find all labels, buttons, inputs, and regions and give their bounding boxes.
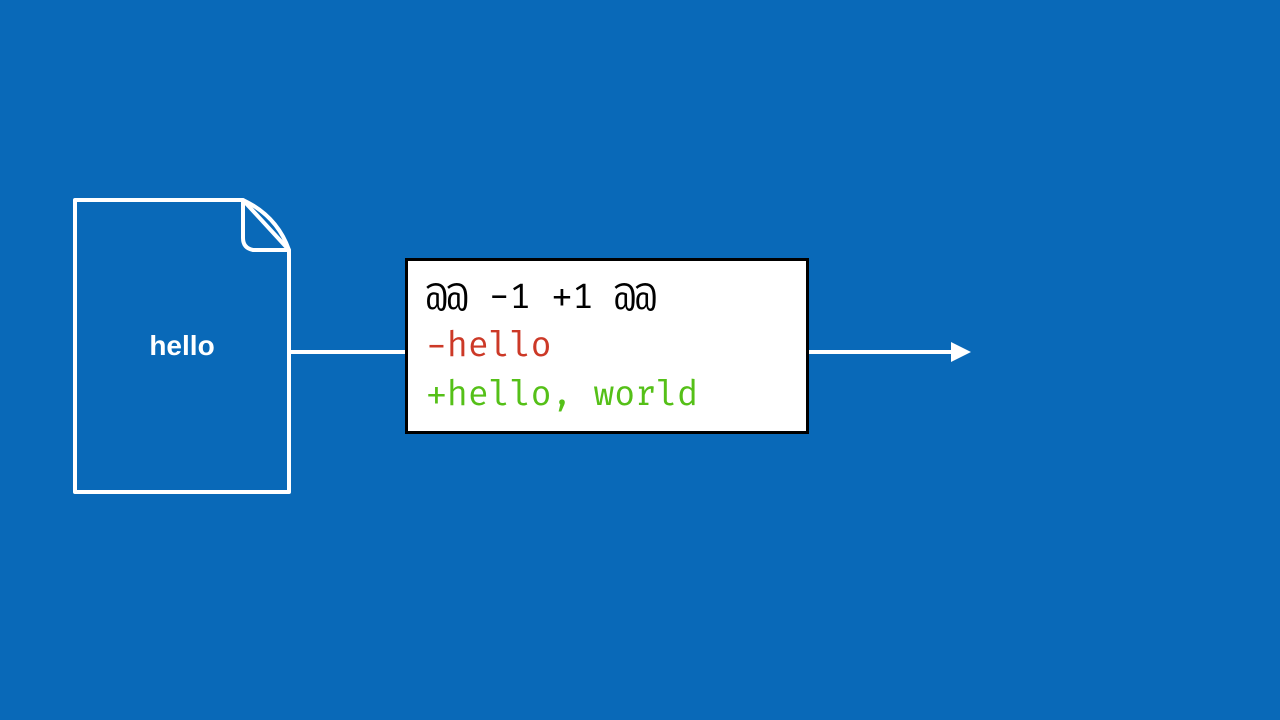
diagram-canvas: hello @@ -1 +1 @@ -hello +hello, world [0,0,1280,720]
file-label-text: hello [149,330,214,362]
arrow-segment-2 [809,350,971,354]
diff-hunk-header: @@ -1 +1 @@ [426,275,788,323]
arrow-line [809,350,953,354]
file-label: hello [73,198,291,494]
arrow-head-icon [951,342,971,362]
diff-box: @@ -1 +1 @@ -hello +hello, world [405,258,809,434]
arrow-segment-1 [291,350,405,354]
diff-removed-line: -hello [426,323,788,371]
diff-added-line: +hello, world [426,372,788,420]
